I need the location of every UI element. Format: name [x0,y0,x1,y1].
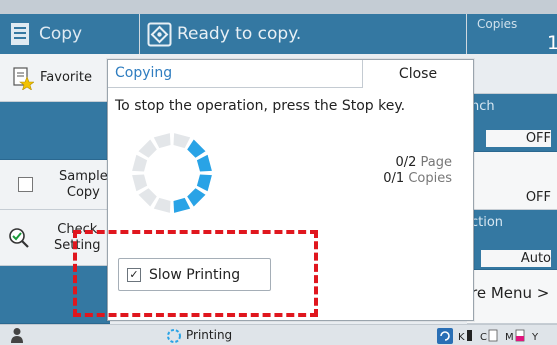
highlight-annotation-box [73,230,318,317]
spinner-segment [138,139,157,158]
sample-copy-label: Sample Copy [59,169,108,201]
svg-text:M: M [505,332,514,343]
printing-spinner-icon [167,329,181,343]
copies-progress-unit: Copies [408,171,452,186]
spinner-segment [196,174,212,192]
spinner-segment [187,139,206,158]
app-title: Copy [39,24,83,44]
spinner-segment [187,188,206,207]
dialog-title: Copying [115,65,173,81]
progress-readout: 0/2 Page 0/1 Copies [383,155,452,187]
more-menu-label: re Menu > [471,284,550,302]
svg-text:K: K [458,332,465,343]
right-setting-2[interactable]: OFF [467,152,557,210]
favorites-label: Favorite [40,69,92,85]
right-spacer [467,54,557,94]
right-column: nch OFF OFF ction Auto re Menu > [467,54,557,324]
right-setting-3[interactable]: ction Auto [467,210,557,270]
sample-copy-label-line2: Copy [66,184,100,200]
copies-panel[interactable]: Copies 1 [467,14,557,54]
favorites-button[interactable]: Favorite [0,54,110,102]
copy-start-diamond-icon [147,22,172,46]
bottom-status-bar: Printing K C M Y [0,324,557,345]
user-icon[interactable] [10,327,24,343]
refresh-icon[interactable] [437,328,453,344]
sample-copy-button[interactable]: Sample Copy [0,160,110,210]
close-button[interactable]: Close [362,60,473,88]
spinner-segment [132,174,148,192]
sample-copy-label-line1: Sample [59,168,108,184]
page-progress-unit: Page [420,155,452,170]
spinner-segment [173,197,191,213]
top-strip [0,0,557,14]
progress-spinner-icon [132,133,212,213]
right-setting-1-title: nch [471,99,495,114]
right-setting-2-value: OFF [525,190,551,205]
copies-progress-value: 0/1 [383,171,405,186]
copy-document-icon [11,23,29,45]
more-menu-button[interactable]: re Menu > [467,270,557,324]
copies-label: Copies [477,17,518,31]
screen: Copy Ready to copy. Copies 1 Favorite Sa… [0,0,557,345]
copies-progress-row: 0/1 Copies [383,171,452,187]
spinner-segment [196,154,212,172]
spinner-segment [153,197,171,213]
spinner-segment [153,133,171,149]
status-bar: Ready to copy. [140,14,467,54]
right-setting-1[interactable]: nch OFF [467,94,557,152]
bottom-status-text: Printing [186,328,233,342]
svg-text:C: C [480,332,487,343]
toner-level-icon: K C M Y [458,329,539,343]
dialog-header: Copying Close [108,60,473,88]
svg-text:Y: Y [531,332,539,343]
right-setting-3-title: ction [471,215,504,230]
copies-value: 1 [547,32,557,54]
app-bar[interactable]: Copy [0,14,140,54]
right-setting-3-value: Auto [480,250,551,267]
check-magnifier-icon [9,227,29,248]
spinner-segment [138,188,157,207]
dialog-message: To stop the operation, press the Stop ke… [115,98,406,114]
page-progress-value: 0/2 [395,155,417,170]
favorites-star-icon [13,66,34,90]
spinner-segment [173,133,191,149]
page-progress-row: 0/2 Page [383,155,452,171]
spinner-segment [132,154,148,172]
status-text: Ready to copy. [177,24,302,44]
right-setting-1-value: OFF [485,130,551,147]
left-blue-panel [0,102,110,160]
sample-copy-checkbox[interactable] [18,177,33,192]
